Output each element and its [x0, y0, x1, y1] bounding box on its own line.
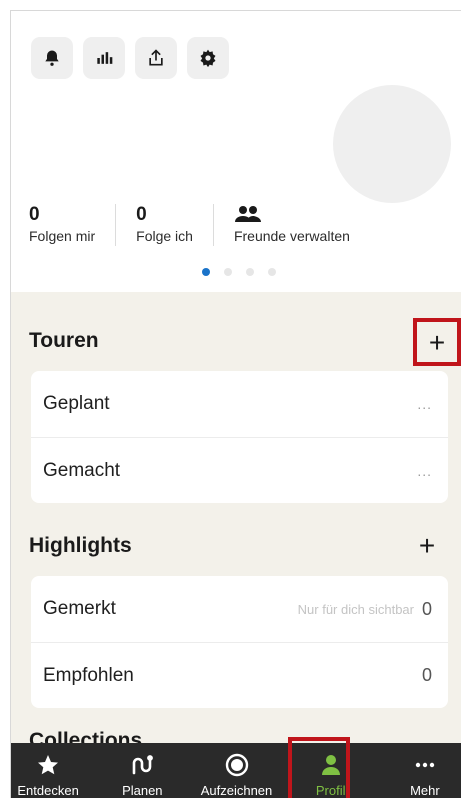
- highlight-frame: [287, 737, 350, 798]
- item-count: 0: [421, 665, 432, 685]
- highlights-header: Highlights +: [29, 529, 447, 563]
- record-icon: [225, 753, 248, 777]
- following-count: 0: [136, 204, 147, 225]
- avatar[interactable]: [333, 85, 451, 203]
- manage-friends-stat[interactable]: Freunde verwalten: [234, 204, 370, 246]
- followers-label: Folgen mir: [29, 228, 96, 244]
- share-icon: [149, 49, 163, 66]
- item-count: 0: [421, 598, 432, 619]
- visibility-hint: Nur für dich sichtbar: [297, 601, 414, 617]
- nav-label: Aufzeichnen: [200, 783, 273, 798]
- page-dot-active[interactable]: [202, 268, 210, 276]
- followers-count: 0: [29, 204, 40, 225]
- statistics-button[interactable]: [83, 37, 125, 79]
- page-dot[interactable]: [268, 268, 276, 276]
- list-item-recommended[interactable]: Empfohlen 0: [31, 642, 448, 708]
- profile-screen: 0 Folgen mir 0 Folge ich Freunde verwalt…: [10, 10, 461, 798]
- bell-icon: [45, 50, 59, 66]
- page-dot[interactable]: [246, 268, 254, 276]
- list-item-label: Gemacht: [43, 459, 121, 481]
- tours-list: Geplant ... Gemacht ...: [31, 371, 448, 503]
- stats-icon: [97, 52, 113, 64]
- manage-friends-label: Freunde verwalten: [233, 228, 350, 244]
- nav-label: Planen: [122, 783, 163, 798]
- followers-stat[interactable]: 0 Folgen mir: [29, 204, 115, 246]
- settings-button[interactable]: [187, 37, 229, 79]
- list-item-completed[interactable]: Gemacht ...: [31, 437, 448, 503]
- tours-title: Touren: [29, 329, 99, 352]
- list-item-saved[interactable]: Gemerkt Nur für dich sichtbar 0: [31, 576, 448, 642]
- page-indicator: [202, 268, 276, 276]
- more-icon: [415, 762, 435, 768]
- bottom-nav: Entdecken Planen Aufzeichnen Profil Mehr: [11, 737, 461, 798]
- highlights-list: Gemerkt Nur für dich sichtbar 0 Empfohle…: [31, 576, 448, 708]
- list-item-label: Gemerkt: [43, 598, 116, 619]
- profile-stats: 0 Folgen mir 0 Folge ich Freunde verwalt…: [29, 204, 370, 248]
- notifications-button[interactable]: [31, 37, 73, 79]
- more-icon: ...: [417, 396, 432, 412]
- following-label: Folge ich: [136, 228, 193, 244]
- gear-icon: [200, 49, 216, 68]
- list-item-label: Geplant: [43, 393, 110, 414]
- share-button[interactable]: [135, 37, 177, 79]
- tours-header: Touren +: [29, 318, 461, 366]
- nav-item-discover[interactable]: Entdecken: [11, 743, 95, 798]
- divider: [212, 204, 214, 246]
- list-item-label: Empfohlen: [43, 664, 134, 686]
- list-item-planned[interactable]: Geplant ...: [31, 371, 448, 437]
- nav-label: Mehr: [410, 783, 440, 798]
- nav-item-plan[interactable]: Planen: [95, 743, 189, 798]
- route-icon: [132, 755, 154, 775]
- following-stat[interactable]: 0 Folge ich: [136, 204, 213, 246]
- more-icon: ...: [417, 462, 432, 479]
- highlights-title: Highlights: [29, 534, 132, 557]
- add-highlight-button[interactable]: +: [407, 532, 447, 560]
- divider: [115, 204, 117, 246]
- nav-item-record[interactable]: Aufzeichnen: [189, 743, 283, 798]
- star-icon: [38, 755, 59, 775]
- profile-content: Touren + Geplant ... Gemacht ... Highlig…: [11, 292, 461, 798]
- page-dot[interactable]: [224, 268, 232, 276]
- nav-label: Entdecken: [17, 783, 79, 798]
- nav-item-profile[interactable]: Profil: [284, 737, 378, 798]
- nav-item-more[interactable]: Mehr: [378, 743, 461, 798]
- add-tour-button[interactable]: +: [413, 318, 461, 366]
- profile-toolbar: [31, 37, 229, 79]
- people-icon: [234, 204, 350, 226]
